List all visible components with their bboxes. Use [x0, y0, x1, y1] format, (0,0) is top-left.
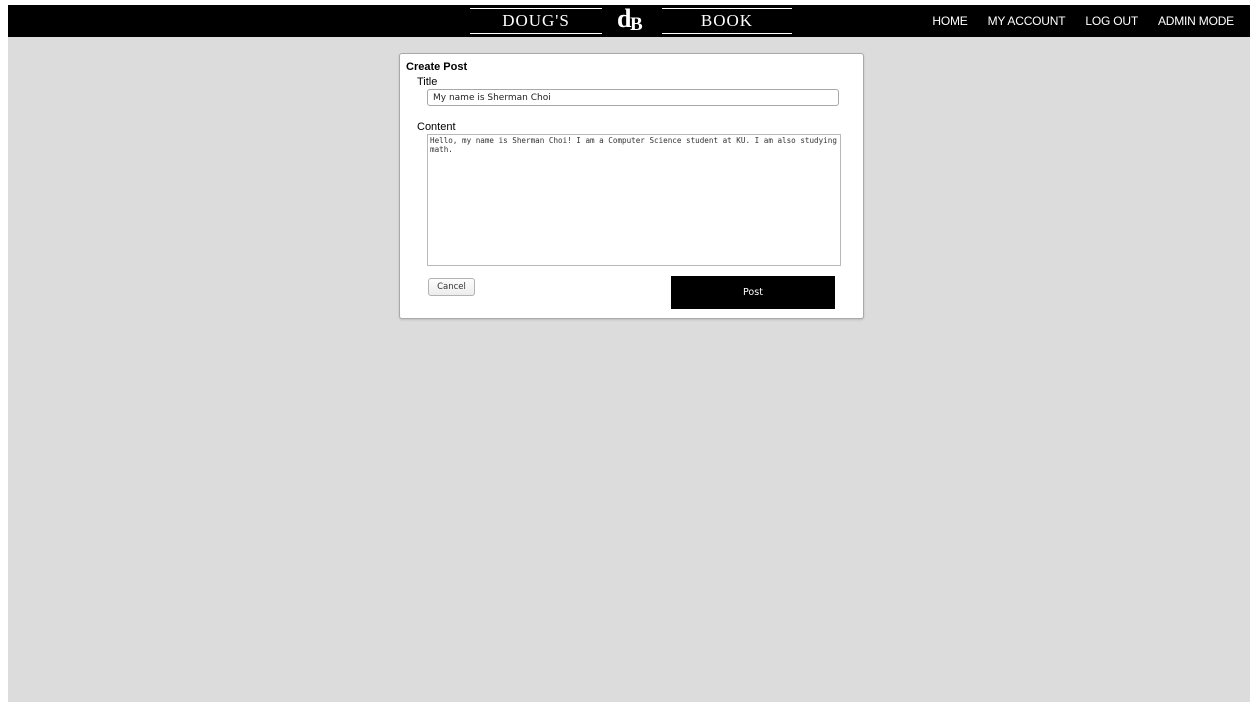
nav-log-out-link[interactable]: LOG OUT — [1085, 14, 1138, 28]
create-post-card: Create Post Title Content Hello, my name… — [399, 53, 864, 319]
site-logo[interactable]: DOUG'S d B BOOK — [466, 5, 806, 37]
content-label: Content — [417, 121, 456, 133]
top-navigation-bar: DOUG'S d B BOOK HOME MY ACCOUNT LOG OUT … — [8, 5, 1250, 37]
logo-word-book: BOOK — [662, 8, 792, 34]
nav-admin-mode-link[interactable]: ADMIN MODE — [1158, 14, 1234, 28]
logo-monogram-icon: d B — [608, 5, 656, 37]
main-nav: HOME MY ACCOUNT LOG OUT ADMIN MODE — [932, 5, 1250, 37]
cancel-button[interactable]: Cancel — [428, 278, 475, 296]
logo-word-dougs: DOUG'S — [470, 8, 602, 34]
logo-monogram-b: B — [630, 14, 643, 35]
nav-my-account-link[interactable]: MY ACCOUNT — [988, 14, 1066, 28]
browser-viewport: DOUG'S d B BOOK HOME MY ACCOUNT LOG OUT … — [8, 5, 1250, 702]
title-input[interactable] — [427, 89, 839, 106]
content-textarea[interactable]: Hello, my name is Sherman Choi! I am a C… — [427, 134, 841, 266]
nav-home-link[interactable]: HOME — [932, 14, 967, 28]
title-label: Title — [417, 76, 438, 88]
post-button[interactable]: Post — [671, 276, 835, 309]
create-post-heading: Create Post — [406, 61, 468, 73]
